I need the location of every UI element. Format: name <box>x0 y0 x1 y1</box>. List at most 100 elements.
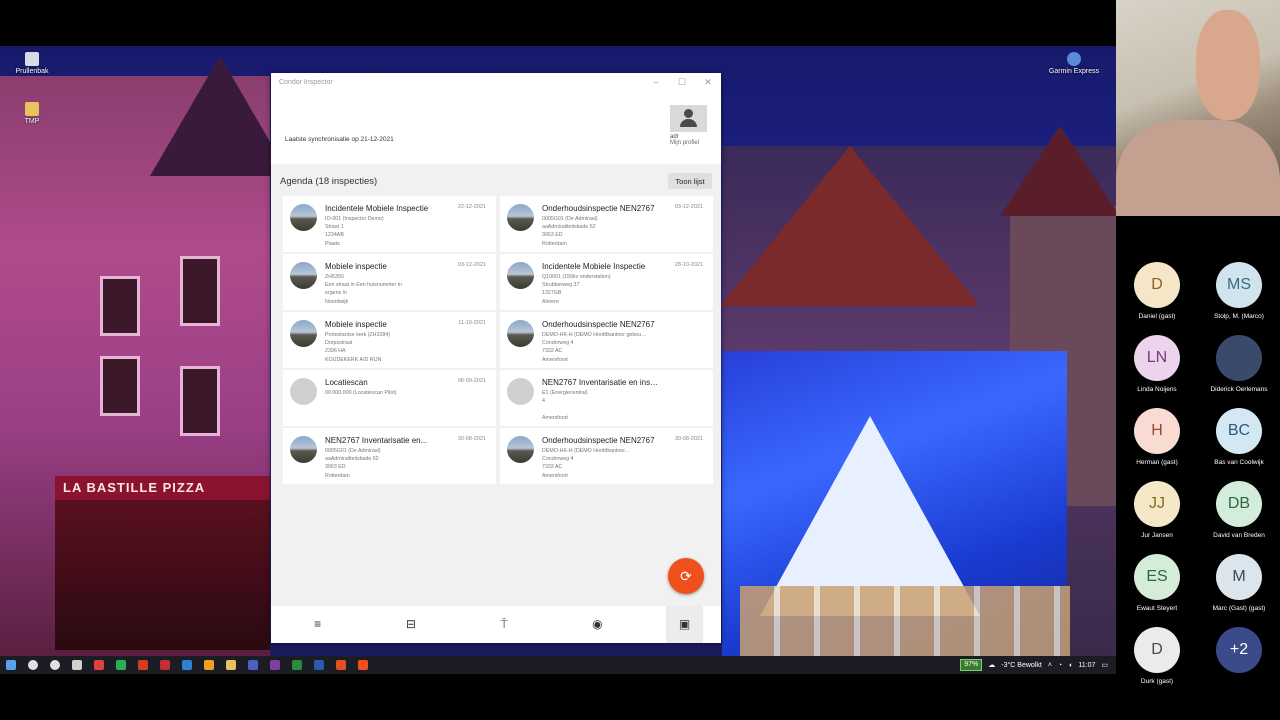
app-icon[interactable] <box>160 660 170 670</box>
location-photo-thumbnail <box>507 320 534 347</box>
inspection-date: 28-10-2021 <box>674 262 703 268</box>
inspection-card[interactable]: Mobiele inspectie 11-10-2021 Protestantse … <box>283 312 496 368</box>
inspection-date: 22-12-2021 <box>457 204 486 210</box>
profile-button[interactable]: adr Mijn profiel <box>670 105 710 146</box>
view-tab[interactable]: ◉ <box>551 606 644 643</box>
inspection-detail-line: aaAdmiraliteitskade 62 <box>542 224 596 231</box>
clock[interactable]: 11:07 <box>1078 662 1095 669</box>
inspection-detail-line: DEMO-HK-H (DEMO Hoofdkantoor gebouw H) <box>542 332 647 338</box>
close-icon[interactable]: ✕ <box>695 77 721 88</box>
avatar <box>670 105 707 132</box>
sync-button[interactable]: ⟳ <box>668 558 704 594</box>
participant-tile[interactable]: D Durk (gast) <box>1116 627 1198 700</box>
participant-avatar <box>1216 335 1262 381</box>
search-icon[interactable] <box>28 660 38 670</box>
desktop-icon-recycle-bin[interactable]: Prullenbak <box>2 52 62 75</box>
excel-icon[interactable] <box>292 660 302 670</box>
participant-tile[interactable]: +2 <box>1198 627 1280 700</box>
edge-icon[interactable] <box>182 660 192 670</box>
folder-icon[interactable] <box>226 660 236 670</box>
participant-tile[interactable]: M Marc (Gast) (gast) <box>1198 554 1280 627</box>
app-icon[interactable] <box>336 660 346 670</box>
participant-tile[interactable]: D Daniel (gast) <box>1116 262 1198 335</box>
battery-indicator[interactable]: 97% <box>960 659 983 671</box>
start-icon[interactable] <box>6 660 16 670</box>
weather-text[interactable]: -3°C Bewolkt <box>1001 662 1042 669</box>
inspection-card[interactable]: Onderhoudsinspectie NEN2767 03-12-2021 000… <box>500 196 713 252</box>
inspection-card[interactable]: Onderhoudsinspectie NEN2767 DEMO-HK-H (DE… <box>500 312 713 368</box>
tree-tab[interactable]: ⊟ <box>364 606 457 643</box>
eye-icon: ◉ <box>592 617 603 631</box>
network-icon[interactable]: ◔ <box>1058 662 1062 669</box>
sync-status: Laatste synchronisatie op 21-12-2021 <box>285 136 394 143</box>
wallpaper-sign: LA BASTILLE PIZZA <box>55 476 270 500</box>
wallpaper-shopfront <box>55 500 270 650</box>
speaker-face <box>1196 10 1260 120</box>
inspection-details: DEMO-HK-H (DEMO Hoofdkantoor... Condorweg… <box>542 447 647 480</box>
cortana-icon[interactable] <box>50 660 60 670</box>
menu-tab[interactable]: ≡ <box>271 606 364 643</box>
volume-icon[interactable]: ◖ <box>1068 662 1072 669</box>
notification-icon[interactable]: ▭ <box>1101 661 1108 669</box>
participant-tile[interactable]: ES Ewaut Steyert <box>1116 554 1198 627</box>
inspection-detail-line: Plaats <box>325 240 340 247</box>
participant-tile[interactable]: JJ Jur Jansen <box>1116 481 1198 554</box>
inspection-card[interactable]: NEN2767 Inventarisatie en... 30-08-2021 00… <box>283 428 496 484</box>
inspection-detail-line: 7332 AC <box>542 464 563 471</box>
inspection-title: Locatiescan <box>325 378 368 387</box>
app-icon[interactable] <box>94 660 104 670</box>
maximize-icon[interactable]: ☐ <box>669 77 695 88</box>
onenote-icon[interactable] <box>270 660 280 670</box>
participant-tile[interactable]: H Herman (gast) <box>1116 408 1198 481</box>
garmin-icon <box>1067 52 1081 66</box>
word-icon[interactable] <box>314 660 324 670</box>
location-photo-thumbnail <box>290 320 317 347</box>
profile-link[interactable]: Mijn profiel <box>670 140 710 146</box>
explorer-icon[interactable] <box>204 660 214 670</box>
camera-tab[interactable]: ▣ <box>666 606 703 643</box>
inspection-detail-line: 3063 ED <box>325 464 346 471</box>
teams-icon[interactable] <box>248 660 258 670</box>
wallpaper-roof-right <box>720 146 980 306</box>
whatsapp-icon[interactable] <box>116 660 126 670</box>
participant-avatar: D <box>1134 262 1180 308</box>
inspection-card[interactable]: Incidentele Mobiele Inspectie 22-12-2021 I… <box>283 196 496 252</box>
user-icon <box>684 109 693 118</box>
inspection-card[interactable]: NEN2767 Inventarisatie en inspectie E1 (E… <box>500 370 713 426</box>
inspection-title: NEN2767 Inventarisatie en inspectie <box>542 378 660 387</box>
participant-tile[interactable]: BC Bas van Coolwijk <box>1198 408 1280 481</box>
participant-name: Linda Noijens <box>1137 386 1177 393</box>
inspection-detail-line: 00.000.000 (Locatiescan Pilot) <box>325 390 397 396</box>
condor-inspector-window: Condor Inspector – ☐ ✕ Laatste synchroni… <box>271 73 721 643</box>
weather-icon: ☁ <box>988 662 996 669</box>
placeholder-thumbnail <box>290 378 317 405</box>
condor-icon[interactable] <box>358 660 368 670</box>
desktop-icon-label: TMP <box>24 118 40 125</box>
participant-avatar: BC <box>1216 408 1262 454</box>
inspection-detail-line: IO-001 (Inspector Demo) <box>325 216 384 222</box>
show-list-button[interactable]: Toon lijst <box>668 173 712 189</box>
participant-grid: D Daniel (gast) MS Stolp, M. (Marco) LN Linda… <box>1116 262 1280 700</box>
inspection-grid: Incidentele Mobiele Inspectie 22-12-2021 I… <box>283 196 713 484</box>
participant-avatar: MS <box>1216 262 1262 308</box>
desktop-icon-tmp[interactable]: TMP <box>2 102 62 125</box>
inspection-date: 03-12-2021 <box>674 204 703 210</box>
inspection-detail-line: E1 (Energiecentral) <box>542 390 588 396</box>
pin-tab[interactable]: ⍑ <box>458 606 551 643</box>
inspection-card[interactable]: Mobiele inspectie 03-12-2021 ZH5350 Een str… <box>283 254 496 310</box>
app-icon[interactable] <box>138 660 148 670</box>
inspection-detail-line: Almere <box>542 298 559 305</box>
participant-tile[interactable]: DB David van Breden <box>1198 481 1280 554</box>
inspection-card[interactable]: Incidentele Mobiele Inspectie 28-10-2021 Q… <box>500 254 713 310</box>
task-view-icon[interactable] <box>72 660 82 670</box>
participant-tile[interactable]: LN Linda Noijens <box>1116 335 1198 408</box>
desktop-icon-garmin[interactable]: Garmin Express <box>1044 52 1104 75</box>
chevron-up-icon[interactable]: ˄ <box>1048 662 1052 669</box>
participant-tile[interactable]: Diderick Oerlemans <box>1198 335 1280 408</box>
inspection-card[interactable]: Onderhoudsinspectie NEN2767 30-08-2021 DEM… <box>500 428 713 484</box>
inspection-card[interactable]: Locatiescan 06-09-2021 00.000.000 (Locatie… <box>283 370 496 426</box>
participant-tile[interactable]: MS Stolp, M. (Marco) <box>1198 262 1280 335</box>
minimize-icon[interactable]: – <box>643 77 669 87</box>
bottom-nav: ≡ ⊟ ⍑ ◉ ▣ <box>271 606 721 643</box>
wallpaper-window <box>100 356 140 416</box>
